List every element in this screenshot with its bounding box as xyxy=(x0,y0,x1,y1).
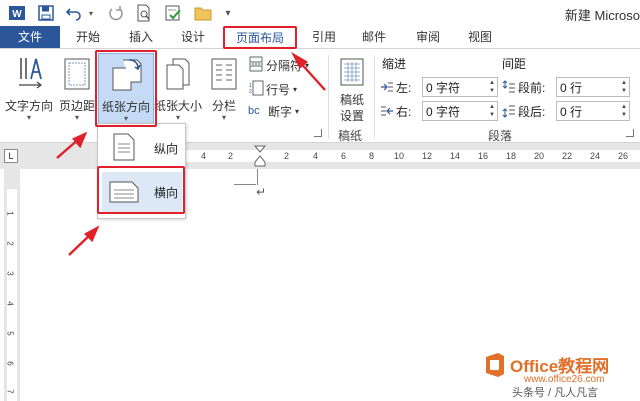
office-logo-icon xyxy=(482,352,508,381)
watermark-author: 头条号 / 凡人凡言 xyxy=(512,387,599,399)
watermark: Office教程网 www.office26.com 头条号 / 凡人凡言 xyxy=(476,348,640,401)
arrow-to-orientation-head xyxy=(72,131,88,149)
annotation-arrows xyxy=(56,51,326,256)
